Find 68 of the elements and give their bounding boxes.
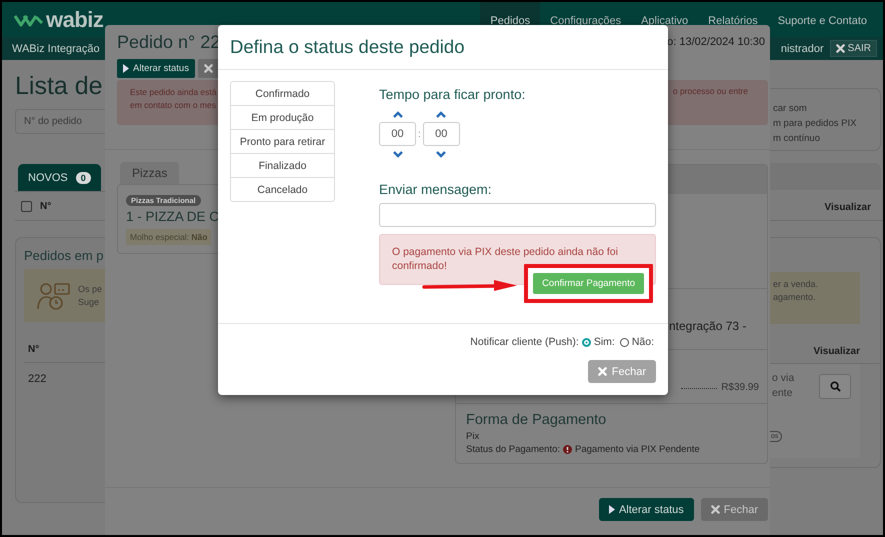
radio-button[interactable] [620,338,629,346]
account-name: WABiz Integração [12,42,100,54]
status-label: Status do Pagamento: [466,444,560,455]
order-number: 222 [27,372,48,385]
chevron-down-icon [436,150,446,158]
card-title: Pedidos em p [24,248,104,263]
time-field[interactable]: 00 [422,122,460,146]
column-header: N° [40,200,52,212]
radio-button[interactable] [582,338,591,346]
status-option[interactable]: Finalizado [231,154,334,178]
notice-text: er a venda. [773,278,820,291]
close-icon [204,64,213,73]
tab[interactable]: NOVOS 0 [18,164,101,191]
nav-item[interactable]: Suporte e Contato [768,2,877,37]
status-option[interactable]: Em produção [231,106,334,130]
checkbox[interactable] [21,200,32,212]
logo-mark-icon [14,12,44,26]
notice-text: agamento. [773,291,817,304]
close-icon [836,44,845,53]
alert-text: o processo ou entre [672,86,749,98]
dialog-title: Defina o status deste pedido [218,25,668,70]
alert-text: em contato com o mes [130,99,216,112]
person-clock-icon [36,280,72,310]
time-separator: : [418,128,421,140]
play-icon [608,505,615,514]
status-option[interactable]: Cancelado [231,178,334,201]
close-icon [598,367,607,376]
time-field[interactable]: 00 [379,122,416,146]
count-badge: 0 [76,172,91,184]
sound-option-text: car som [773,102,808,116]
row-text: o via [772,371,794,386]
chevron-up-icon [436,110,446,118]
payment-status: Pagamento via PIX Pendente [575,444,700,455]
order-total: R$39.99 [721,382,759,393]
notice-text: Os pe [78,282,102,296]
leader-line [681,387,718,389]
item-name: 1 - PIZZA DE C [126,209,220,224]
notice-text: Suge [78,296,100,308]
message-field[interactable] [379,203,656,227]
alert-text: Este pedido ainda está [130,86,216,99]
user-name: nistrador [780,42,824,54]
search-field[interactable]: N° do pedido [15,109,105,134]
chevron-down-icon [392,150,402,158]
play-icon [123,64,129,73]
payment-method: Pix [466,431,480,442]
sound-option-text: m contínuo [773,132,821,146]
page-title: Lista de [15,72,104,101]
field-label: Enviar mensagem: [379,182,493,197]
store-name: ntegração 73 - [669,318,746,333]
row-text: ente [772,386,794,401]
logout-button[interactable]: SAIR [830,40,877,57]
close-icon [710,505,720,514]
change-status-button[interactable]: Alterar status [117,59,195,78]
status-option[interactable]: Confirmado [231,82,334,106]
field-label: Tempo para ficar pronto: [379,87,526,102]
search-icon [830,381,840,392]
radio-label: Sim: [594,336,615,348]
view-button[interactable] [819,374,851,399]
sound-option-text: m para pedidos PIX [773,117,858,131]
notify-label: Notificar cliente (Push): [470,336,579,348]
section-title: Forma de Pagamento [466,412,608,428]
change-status-button[interactable]: Alterar status [598,498,694,521]
item-option: Molho especial: Não [126,229,212,245]
alert-icon [563,445,572,454]
radio-label: Não: [632,336,654,348]
chevron-up-icon [392,110,402,118]
status-option[interactable]: Pronto para retirar [231,130,334,154]
logo-text: wabiz [46,6,104,32]
